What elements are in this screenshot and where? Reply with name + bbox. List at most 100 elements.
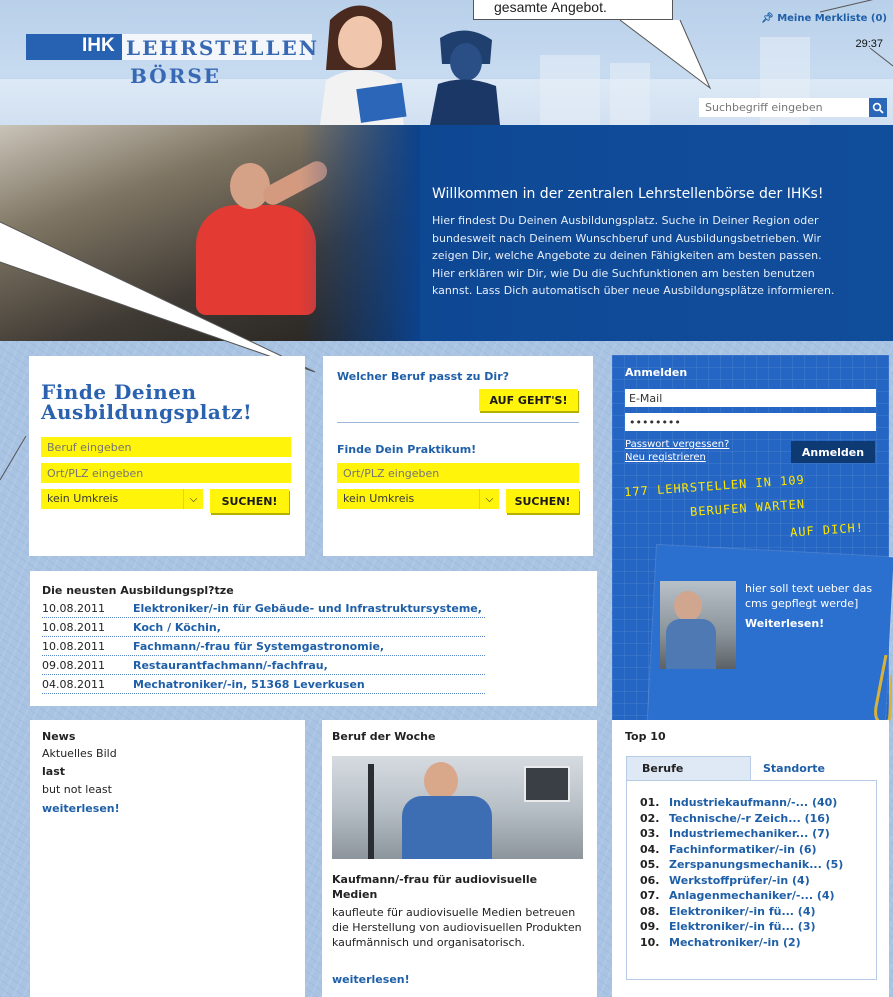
listing-title[interactable]: Mechatroniker/-in, 51368 Leverkusen (133, 678, 365, 691)
praktikum-suchen-button[interactable]: SUCHEN! (506, 489, 579, 513)
ort-plz-input[interactable] (41, 463, 291, 483)
divider (337, 422, 579, 423)
beruf-woche-text: kaufleute für audiovisuelle Medien betre… (332, 906, 582, 949)
rank: 07. (640, 889, 660, 902)
listing-date: 10.08.2011 (42, 602, 105, 615)
beruf-praktikum-panel: Welcher Beruf passt zu Dir? AUF GEHT'S! … (323, 356, 593, 556)
merkliste-label: Meine Merkliste (0) (777, 13, 887, 24)
listing-title[interactable]: Koch / Köchin, (133, 621, 221, 634)
top10-link[interactable]: Mechatroniker/-in (2) (669, 936, 801, 949)
finde-ausbildungsplatz-panel: Finde Deinen Ausbildungsplatz! kein Umkr… (29, 356, 305, 556)
top10-link[interactable]: Elektroniker/-in fü... (3) (669, 920, 816, 933)
rank: 09. (640, 920, 660, 933)
listing-date: 10.08.2011 (42, 621, 105, 634)
news-panel: News Aktuelles Bild last but not least w… (30, 720, 305, 997)
merkliste-link[interactable]: 📌︎ Meine Merkliste (0) (761, 13, 887, 24)
photo-detail (424, 762, 458, 800)
praktikum-ort-input[interactable] (337, 463, 579, 483)
password-field[interactable] (625, 413, 876, 431)
suchen-button[interactable]: SUCHEN! (210, 489, 289, 513)
list-item[interactable]: 07. Anlagenmechaniker/-... (4) (640, 889, 876, 905)
list-item[interactable]: 09. Elektroniker/-in fü... (3) (640, 920, 876, 936)
list-item[interactable]: 08. Elektroniker/-in fü... (4) (640, 905, 876, 921)
photo-detail (368, 764, 374, 859)
top10-heading: Top 10 (625, 730, 666, 743)
top10-link[interactable]: Anlagenmechaniker/-... (4) (669, 889, 835, 902)
finde-title-line2: Ausbildungsplatz! (41, 400, 253, 424)
teaser-weiterlesen-link[interactable]: Weiterlesen! (745, 617, 824, 630)
site-header: IHK LEHRSTELLEN BÖRSE gesamte Angebot. 📌… (0, 0, 893, 125)
list-item[interactable]: 03. Industriemechaniker... (7) (640, 827, 876, 843)
email-field[interactable] (625, 389, 876, 407)
teaser-photo-detail (666, 619, 716, 669)
praktikum-umkreis-select[interactable]: kein Umkreis ⌵ (337, 489, 499, 509)
top10-panel: Top 10 Berufe Standorte 01. Industriekauf… (612, 720, 889, 997)
chevron-down-icon: ⌵ (479, 489, 499, 509)
listing-title[interactable]: Fachmann/-frau für Systemgastronomie, (133, 640, 384, 653)
beruf-woche-title: Kaufmann/-frau für audiovisuelle Medien (332, 873, 538, 901)
site-search (699, 98, 887, 117)
login-heading: Anmelden (625, 366, 688, 379)
list-item[interactable]: 10.08.2011 Elektroniker/-in für Gebäude-… (42, 600, 485, 618)
latest-listings-panel: Die neusten Ausbildungspl?tze 10.08.2011… (30, 571, 597, 706)
top10-link[interactable]: Werkstoffprüfer/-in (4) (669, 874, 810, 887)
beruf-woche-weiterlesen-link[interactable]: weiterlesen! (332, 973, 410, 986)
beruf-input[interactable] (41, 437, 291, 457)
listing-title[interactable]: Elektroniker/-in für Gebäude- und Infras… (133, 602, 482, 615)
list-item[interactable]: 10.08.2011 Fachmann/-frau für Systemgast… (42, 638, 485, 656)
list-item[interactable]: 05. Zerspanungsmechanik... (5) (640, 858, 876, 874)
pin-icon: 📌︎ (761, 13, 774, 24)
auf-gehts-button[interactable]: AUF GEHT'S! (479, 389, 578, 411)
news-line: Aktuelles Bild (42, 747, 117, 760)
register-link[interactable]: Neu registrieren (625, 452, 706, 463)
news-line: last (42, 765, 65, 778)
news-heading: News (42, 730, 76, 743)
photo-detail (524, 766, 570, 802)
login-panel: Anmelden Passwort vergessen? Neu registr… (612, 355, 893, 742)
rank: 04. (640, 842, 660, 856)
listing-date: 04.08.2011 (42, 678, 105, 691)
list-item[interactable]: 06. Werkstoffprüfer/-in (4) (640, 874, 876, 890)
hero-title: Willkommen in der zentralen Lehrstellenb… (432, 186, 824, 202)
list-item[interactable]: 04.08.2011 Mechatroniker/-in, 51368 Leve… (42, 676, 485, 694)
top10-link[interactable]: Fachinformatiker/-in (6) (669, 843, 817, 856)
list-item[interactable]: 10.08.2011 Koch / Köchin, (42, 619, 485, 637)
list-item[interactable]: 09.08.2011 Restaurantfachmann/-fachfrau, (42, 657, 485, 675)
top10-link[interactable]: Industriekaufmann/-... (40) (669, 796, 837, 809)
news-weiterlesen-link[interactable]: weiterlesen! (42, 802, 120, 815)
finde-title-line1: Finde Deinen (41, 380, 197, 404)
beruf-woche-photo (332, 756, 583, 859)
photo-detail (402, 796, 492, 859)
top10-link[interactable]: Zerspanungsmechanik... (5) (669, 858, 843, 871)
tab-standorte[interactable]: Standorte (752, 756, 872, 780)
tab-berufe[interactable]: Berufe (626, 756, 751, 780)
rank: 01. (640, 796, 660, 809)
teaser-text: hier soll text ueber das cms gepflegt we… (745, 582, 873, 610)
umkreis-value: kein Umkreis (343, 492, 415, 505)
search-input[interactable] (699, 98, 869, 117)
listing-title[interactable]: Restaurantfachmann/-fachfrau, (133, 659, 328, 672)
list-item[interactable]: 01. Industriekaufmann/-... (40) (640, 796, 876, 812)
beruf-quiz-link[interactable]: Welcher Beruf passt zu Dir? (337, 370, 509, 383)
top10-list: 01. Industriekaufmann/-... (40) 02. Techni… (626, 780, 877, 980)
top10-link[interactable]: Technische/-r Zeich... (16) (669, 812, 830, 825)
list-item[interactable]: 02. Technische/-r Zeich... (16) (640, 812, 876, 828)
teaser-photo (660, 581, 736, 669)
forgot-password-link[interactable]: Passwort vergessen? (625, 439, 729, 450)
hero-text: Hier findest Du Deinen Ausbildungsplatz.… (432, 214, 835, 297)
login-button[interactable]: Anmelden (791, 441, 875, 463)
list-item[interactable]: 04. Fachinformatiker/-in (6) (640, 843, 876, 859)
beruf-woche-heading: Beruf der Woche (332, 730, 436, 743)
rank: 05. (640, 858, 660, 871)
beruf-der-woche-panel: Beruf der Woche Kaufmann/-frau für audio… (322, 720, 597, 997)
rank: 08. (640, 904, 660, 918)
chevron-down-icon: ⌵ (183, 489, 203, 509)
top10-link[interactable]: Elektroniker/-in fü... (4) (669, 905, 816, 918)
news-line: but not least (42, 783, 112, 796)
rank: 06. (640, 873, 660, 887)
list-item[interactable]: 10. Mechatroniker/-in (2) (640, 936, 876, 952)
top10-link[interactable]: Industriemechaniker... (7) (669, 827, 830, 840)
search-icon (872, 102, 884, 114)
umkreis-select[interactable]: kein Umkreis ⌵ (41, 489, 203, 509)
search-button[interactable] (869, 98, 887, 117)
